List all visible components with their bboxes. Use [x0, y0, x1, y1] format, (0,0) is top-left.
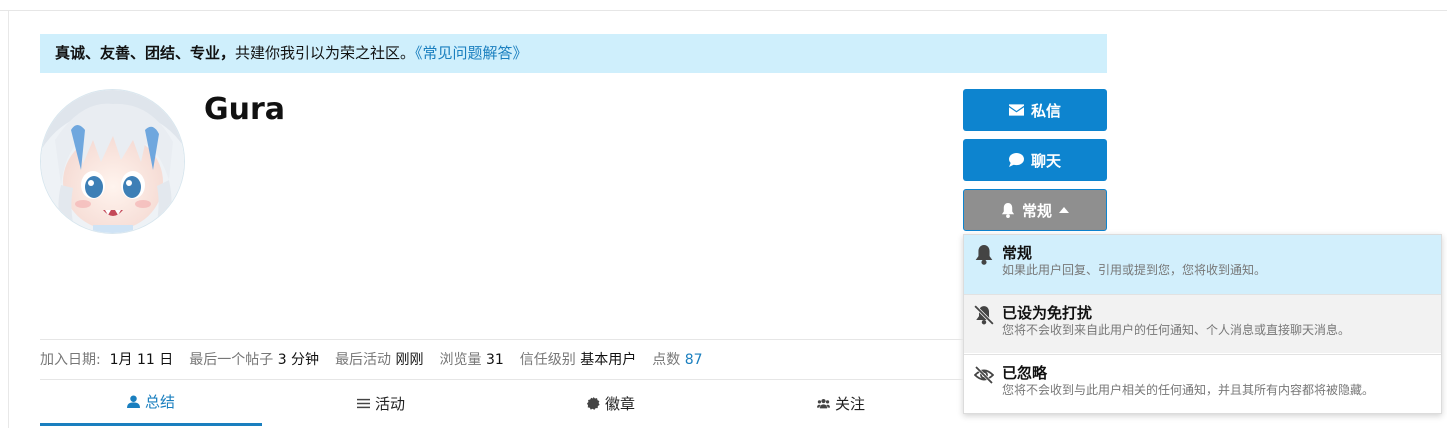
message-button-label: 私信: [1030, 101, 1061, 120]
tab-summary[interactable]: 总结: [40, 380, 262, 426]
envelope-icon: [1008, 104, 1024, 116]
menu-item-desc: 您将不会收到来自此用户的任何通知、个人消息或直接聊天消息。: [1002, 323, 1351, 337]
stat-last-post: 最后一个帖子 3 分钟: [189, 349, 319, 369]
certificate-icon: [586, 396, 600, 410]
tab-label: 活动: [374, 394, 405, 413]
stat-joined: 加入日期: 1月 11 日: [40, 349, 173, 369]
stat-value: 3 分钟: [277, 352, 320, 368]
stat-label: 信任级别: [519, 352, 576, 368]
menu-item-title: 已设为免打扰: [1002, 304, 1093, 322]
menu-item-title: 已忽略: [1002, 364, 1048, 382]
stat-points: 点数 87: [652, 349, 702, 369]
notification-level-button[interactable]: 常规: [963, 189, 1107, 231]
divider: [40, 339, 963, 340]
eye-slash-icon: [974, 365, 994, 385]
comment-icon: [1009, 153, 1024, 167]
stat-last-activity: 最后活动 刚刚: [335, 349, 423, 369]
user-icon: [126, 395, 140, 408]
stat-value: 刚刚: [395, 352, 424, 368]
tab-label: 总结: [144, 393, 175, 411]
avatar[interactable]: [40, 89, 185, 234]
notification-level-menu: 常规 如果此用户回复、引用或提到您，您将收到通知。 已设为免打扰 您将不会收到来…: [963, 234, 1442, 414]
bell-slash-icon: [974, 305, 994, 325]
notice-text: 共建你我引以为荣之社区。: [235, 44, 416, 62]
notification-level-label: 常规: [1021, 201, 1052, 220]
menu-item-desc: 如果此用户回复、引用或提到您，您将收到通知。: [1002, 263, 1267, 277]
profile-tabs: 总结 活动 徽章 关注: [40, 380, 963, 426]
stat-value[interactable]: 87: [685, 352, 703, 368]
tab-activity[interactable]: 活动: [270, 380, 492, 426]
username: Gura: [204, 92, 286, 127]
stat-views: 浏览量 31: [440, 349, 504, 369]
tab-following[interactable]: 关注: [730, 380, 952, 426]
chat-button-label: 聊天: [1030, 151, 1061, 170]
caret-up-icon: [1059, 207, 1069, 213]
left-border: [8, 11, 9, 428]
stat-value: 基本用户: [580, 352, 637, 368]
tab-label: 徽章: [604, 394, 635, 413]
menu-item-desc: 您将不会收到与此用户相关的任何通知，并且其所有内容都将被隐藏。: [1002, 383, 1375, 397]
stat-value: 31: [485, 352, 504, 368]
top-border: [0, 0, 1447, 11]
stat-label: 加入日期:: [40, 352, 101, 368]
list-icon: [356, 398, 370, 408]
chat-button[interactable]: 聊天: [963, 139, 1107, 181]
bell-icon: [1001, 202, 1015, 218]
stat-label: 最后活动: [335, 352, 392, 368]
tab-badges[interactable]: 徽章: [500, 380, 722, 426]
menu-item-muted[interactable]: 已设为免打扰 您将不会收到来自此用户的任何通知、个人消息或直接聊天消息。: [964, 294, 1441, 353]
stat-value: 1月 11 日: [109, 352, 174, 368]
user-stats: 加入日期: 1月 11 日 最后一个帖子 3 分钟 最后活动 刚刚 浏览量 31…: [40, 349, 719, 369]
stat-trust-level: 信任级别 基本用户: [520, 349, 636, 369]
menu-item-title: 常规: [1002, 244, 1033, 262]
notice-bold-text: 真诚、友善、团结、专业，: [55, 44, 236, 62]
menu-item-normal[interactable]: 常规 如果此用户回复、引用或提到您，您将收到通知。: [964, 235, 1441, 294]
menu-item-ignored[interactable]: 已忽略 您将不会收到与此用户相关的任何通知，并且其所有内容都将被隐藏。: [964, 354, 1441, 413]
stat-label: 点数: [652, 352, 681, 368]
message-button[interactable]: 私信: [963, 89, 1107, 131]
announcement-banner: 真诚、友善、团结、专业，共建你我引以为荣之社区。《常见问题解答》: [40, 34, 1107, 73]
faq-link[interactable]: 《常见问题解答》: [415, 44, 528, 62]
users-icon: [816, 398, 830, 408]
stat-label: 浏览量: [439, 352, 482, 368]
tab-label: 关注: [834, 394, 865, 413]
stat-label: 最后一个帖子: [189, 352, 274, 368]
bell-icon: [975, 245, 993, 265]
